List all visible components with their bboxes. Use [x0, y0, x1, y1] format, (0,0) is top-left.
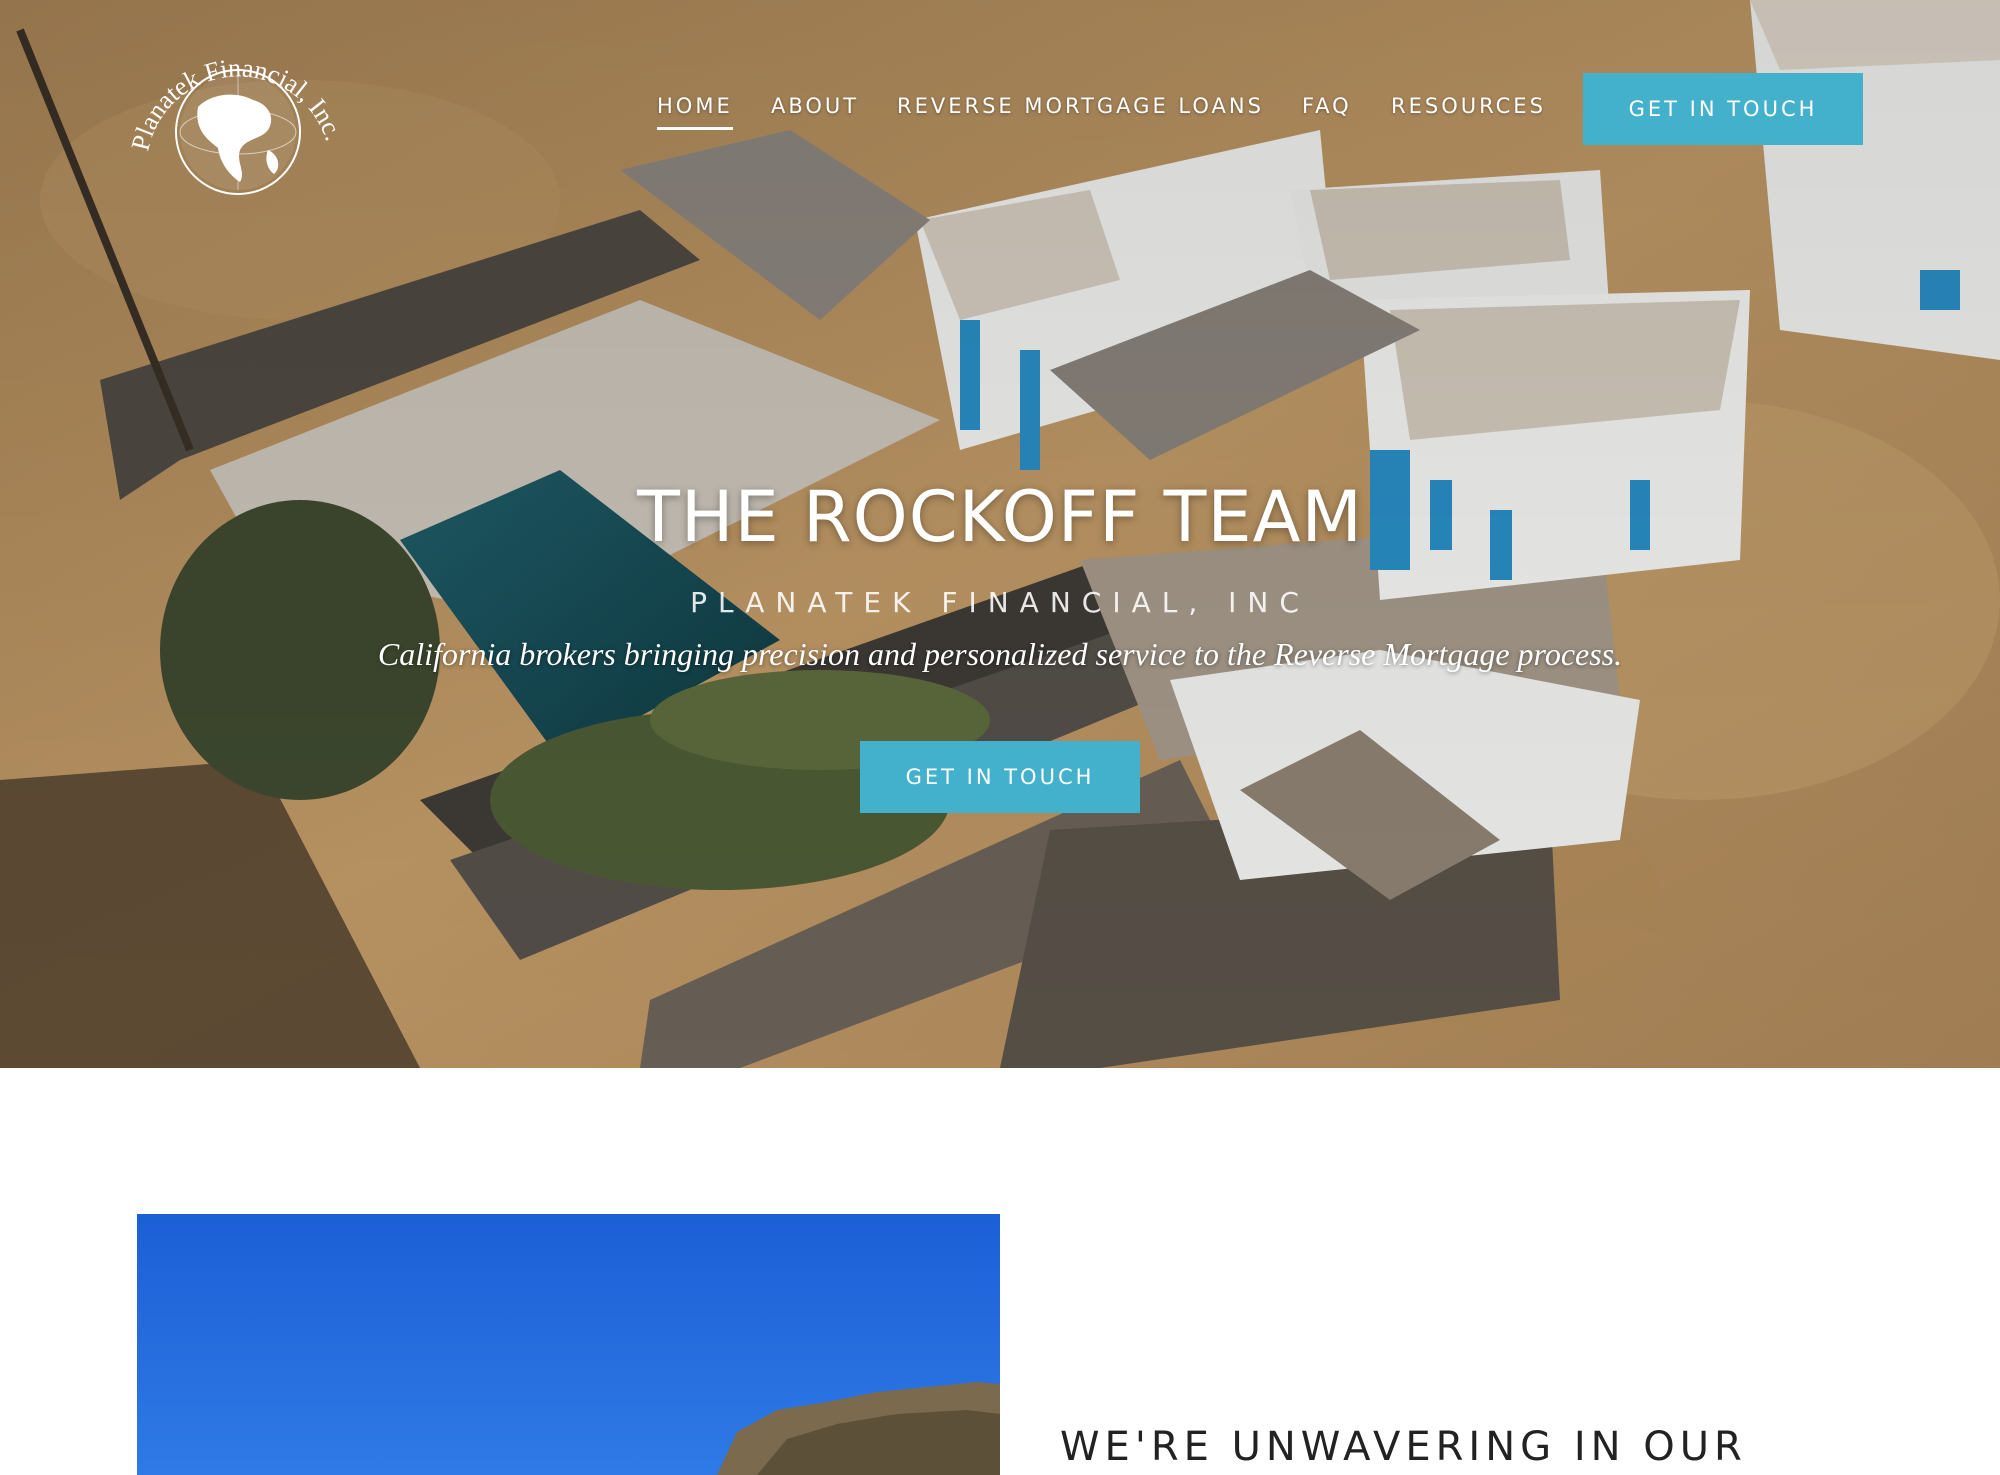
hero-title: THE ROCKOFF TEAM	[637, 476, 1363, 558]
nav-item-about[interactable]: ABOUT	[771, 94, 859, 118]
nav-item-faq[interactable]: FAQ	[1302, 94, 1352, 118]
hero-section: Planatek Financial, Inc. HOME ABOUT REVE…	[0, 0, 2000, 1068]
about-image	[137, 1214, 1000, 1475]
mountain-sky-image	[137, 1214, 1000, 1475]
nav-item-reverse-mortgage-loans[interactable]: REVERSE MORTGAGE LOANS	[897, 94, 1264, 118]
nav-item-home[interactable]: HOME	[657, 94, 733, 130]
nav-item-resources[interactable]: RESOURCES	[1391, 94, 1546, 118]
hero-subtitle: PLANATEK FINANCIAL, INC	[690, 586, 1310, 619]
about-heading: WE'RE UNWAVERING IN OUR	[1060, 1424, 1747, 1470]
planatek-logo[interactable]: Planatek Financial, Inc.	[128, 22, 350, 202]
hero-tagline: California brokers bringing precision an…	[377, 636, 1623, 672]
header-get-in-touch-button[interactable]: GET IN TOUCH	[1583, 73, 1863, 145]
hero-get-in-touch-button[interactable]: GET IN TOUCH	[860, 741, 1140, 813]
